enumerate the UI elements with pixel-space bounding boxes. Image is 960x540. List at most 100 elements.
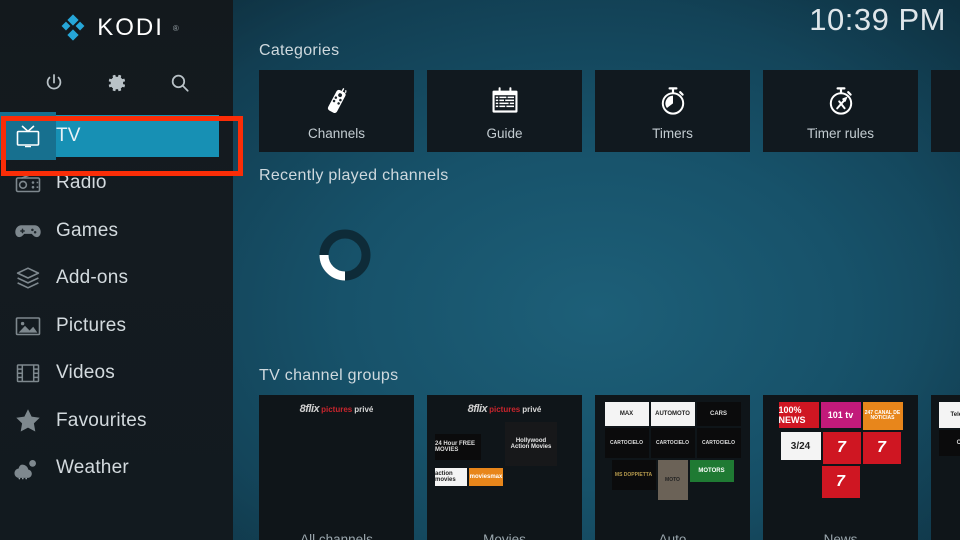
category-tile-search[interactable]: Search [931,70,960,152]
channel-logo: 24 Hour FREE MOVIES [435,434,481,460]
remote-control-icon [320,82,354,120]
channel-logo: 7 [821,466,860,498]
channel-logo: 7 [862,432,901,464]
channel-logo-grid: 100% NEWS 101 tv 247 CANAL DE NOTICIAS 3… [771,402,910,498]
busy-spinner [318,228,372,282]
kodi-logo-icon [58,13,88,43]
channel-group-artwork: 8flix pictures privé 24 Hour FREE MOVIES… [427,395,582,513]
channel-group-label: News [823,532,858,540]
sidebar-item-pictures[interactable]: Pictures [0,302,233,350]
logo-strip: 8flix pictures privé [435,401,574,417]
sidebar-item-label: Radio [56,172,107,194]
gear-icon [106,72,128,94]
channel-group-artwork: Telefe C HD O [931,395,960,513]
sidebar-item-favourites[interactable]: Favourites [0,397,233,445]
picture-icon [0,314,56,338]
channel-logo: O [939,430,960,456]
kodi-wordmark: KODI [97,14,164,41]
kodi-home-screen: 10:39 PM KODI ® TV Radio Games Add-ons P… [0,0,960,540]
channel-logo: MOTORS [689,460,734,482]
channel-group-artwork: 100% NEWS 101 tv 247 CANAL DE NOTICIAS 3… [763,395,918,513]
channel-logo: AUTOMOTO [650,402,695,426]
category-label: Channels [307,125,366,141]
search-icon [169,72,191,94]
settings-button[interactable] [100,66,134,100]
channel-logo: MS DOPPIETTA [611,460,656,490]
category-tile-channels[interactable]: Channels [259,70,414,152]
stopwatch-icon [656,82,690,120]
sidebar-item-label: TV [56,124,81,146]
logo-prive: privé [354,404,374,414]
logo-8flix: 8flix [467,403,488,415]
logo-pictures: pictures [489,404,521,414]
channel-logo: 7 [822,432,861,464]
channel-groups-row: 8flix pictures privé All channels 8flix … [259,395,960,540]
section-title-channel-groups: TV channel groups [259,367,399,384]
star-icon [0,407,56,434]
channel-group-label: Auto [658,532,687,540]
cloud-sun-icon [0,456,56,480]
channel-logo: 100% NEWS [778,402,819,428]
sidebar-toolbar [0,56,233,110]
category-label: Guide [486,125,523,141]
radio-icon [0,171,56,195]
channel-group-artwork: 8flix pictures privé [259,395,414,513]
power-button[interactable] [37,66,71,100]
channel-logo: MOTO [657,460,688,500]
channel-logo: 247 CANAL DE NOTICIAS [862,402,903,430]
channel-logo: 3/24 [780,432,821,460]
channel-logo: CARS [696,402,741,426]
main-content: Categories Channels Guide Timers Timer r… [233,0,960,540]
categories-row: Channels Guide Timers Timer rules [259,70,960,152]
sidebar-item-games[interactable]: Games [0,207,233,255]
sidebar-menu: TV Radio Games Add-ons Pictures Videos F… [0,112,233,492]
channel-logo: action movies [435,468,467,486]
channel-group-tile-news[interactable]: 100% NEWS 101 tv 247 CANAL DE NOTICIAS 3… [763,395,918,540]
channel-group-label: M [931,532,960,540]
sidebar-item-label: Add-ons [56,267,129,289]
tv-icon [0,112,56,160]
channel-group-tile-movies[interactable]: 8flix pictures privé 24 Hour FREE MOVIES… [427,395,582,540]
channel-group-tile-clipped[interactable]: Telefe C HD O M [931,395,960,540]
category-label: Timer rules [806,125,874,141]
channel-logo: 101 tv [820,402,861,428]
category-tile-timer-rules[interactable]: Timer rules [763,70,918,152]
category-tile-guide[interactable]: Guide [427,70,582,152]
channel-group-tile-auto[interactable]: MAX AUTOMOTO CARS CARTOCIELO CARTOCIELO … [595,395,750,540]
channel-group-label: All channels [300,532,373,540]
channel-group-label: Movies [483,532,526,540]
sidebar-item-tv[interactable]: TV [0,112,233,160]
channel-logo-grid: 24 Hour FREE MOVIES Hollywood Action Mov… [435,422,574,486]
gamepad-icon [0,220,56,242]
channel-logo-grid: MAX AUTOMOTO CARS CARTOCIELO CARTOCIELO … [603,402,742,500]
logo-strip: 8flix pictures privé [267,401,406,417]
channel-logo: CARTOCIELO [696,428,741,458]
category-tile-timers[interactable]: Timers [595,70,750,152]
channel-logo: CARTOCIELO [650,428,695,458]
sidebar-item-radio[interactable]: Radio [0,160,233,208]
power-icon [43,72,65,94]
section-title-recently-played: Recently played channels [259,167,449,184]
channel-logo: MAX [604,402,649,426]
category-label: Timers [652,125,693,141]
sidebar-item-videos[interactable]: Videos [0,350,233,398]
sidebar-item-label: Videos [56,362,115,384]
kodi-trademark: ® [172,23,179,33]
channel-logo: Hollywood Action Movies [505,422,557,466]
channel-logo: Telefe [939,402,960,428]
sidebar-item-label: Pictures [56,314,127,336]
channel-group-artwork: MAX AUTOMOTO CARS CARTOCIELO CARTOCIELO … [595,395,750,513]
addons-box-icon [0,265,56,291]
channel-group-tile-all-channels[interactable]: 8flix pictures privé All channels [259,395,414,540]
search-button[interactable] [163,66,197,100]
sidebar-item-label: Weather [56,457,129,479]
sidebar-item-weather[interactable]: Weather [0,445,233,493]
logo-pictures: pictures [321,404,353,414]
channel-logo: CARTOCIELO [604,428,649,458]
section-title-categories: Categories [259,42,340,59]
sidebar-item-addons[interactable]: Add-ons [0,255,233,303]
sidebar-item-label: Favourites [56,409,147,431]
logo-8flix: 8flix [299,403,320,415]
kodi-logo: KODI ® [0,0,233,56]
channel-logo-grid: Telefe C HD O [939,402,960,456]
